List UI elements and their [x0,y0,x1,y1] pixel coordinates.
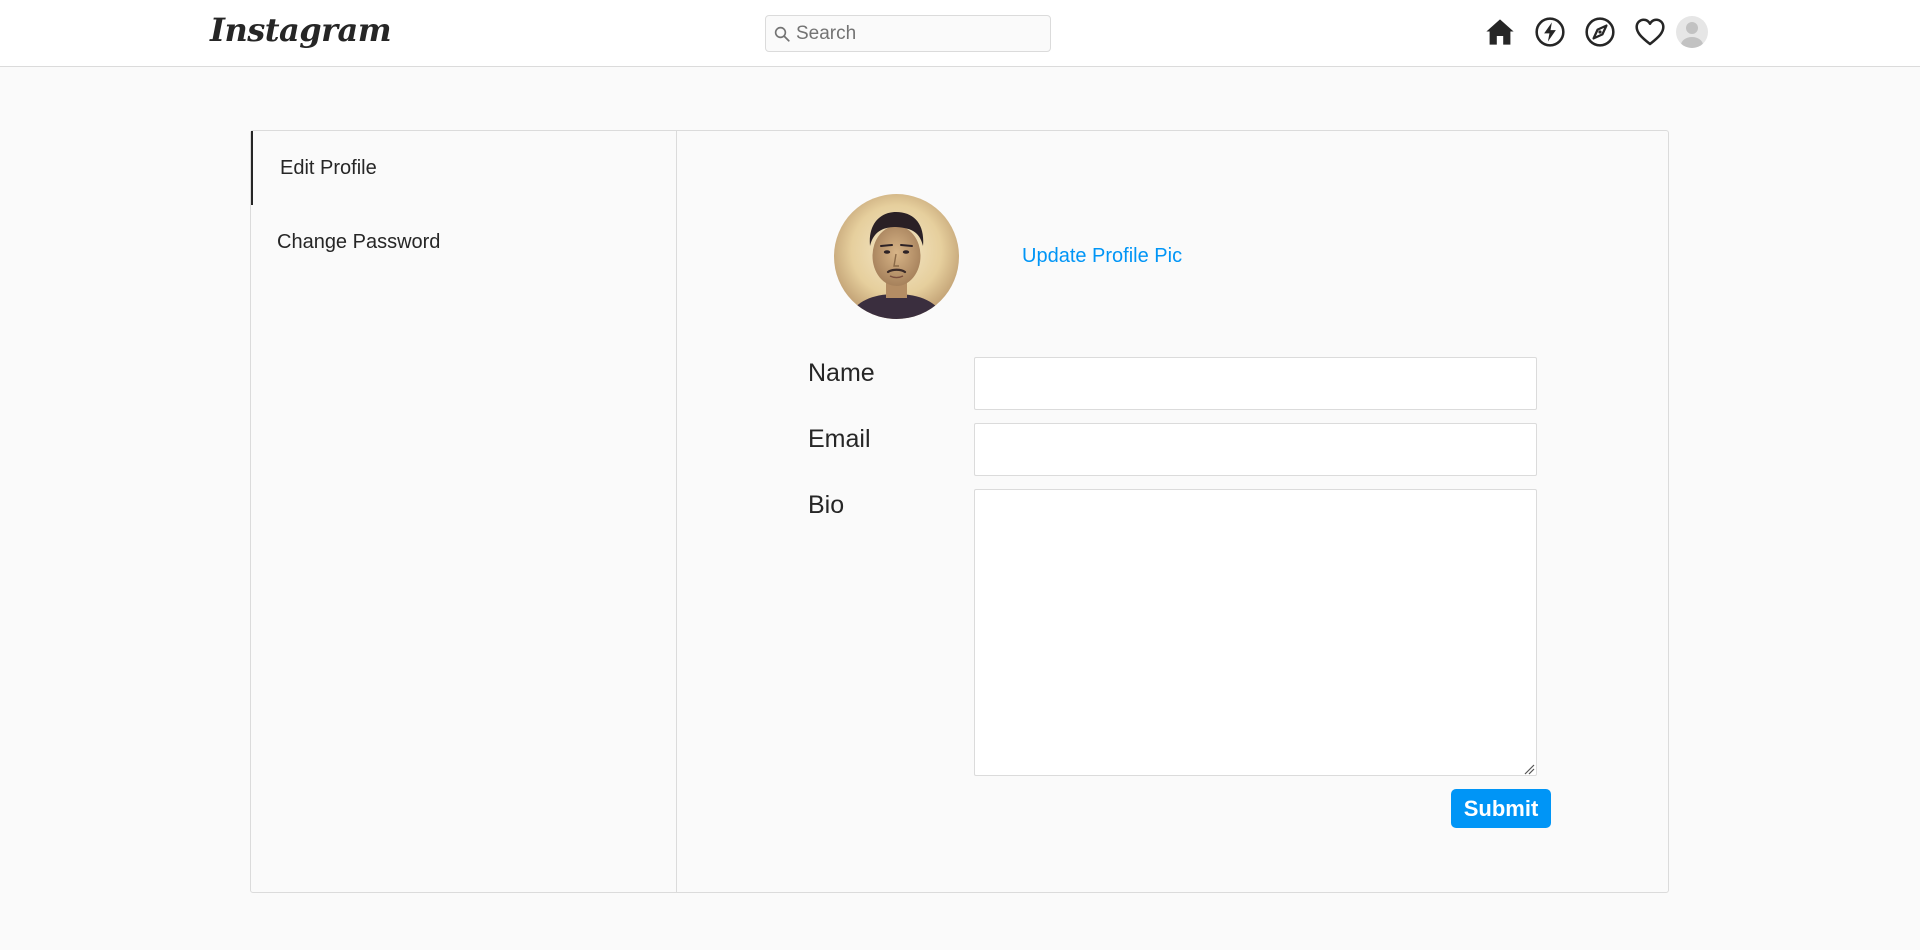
name-label: Name [808,359,875,387]
avatar-icon[interactable] [1672,12,1712,52]
settings-sidebar: Edit Profile Change Password [251,131,677,892]
name-field[interactable] [974,357,1537,410]
search-box[interactable] [765,15,1051,52]
heart-icon[interactable] [1630,12,1670,52]
sidebar-item-label: Edit Profile [280,156,377,179]
nav-icons [1480,12,1712,52]
email-field[interactable] [974,423,1537,476]
submit-button[interactable]: Submit [1451,789,1551,828]
sidebar-item-edit-profile[interactable]: Edit Profile [251,131,676,205]
update-profile-pic-link[interactable]: Update Profile Pic [1022,243,1182,269]
email-label: Email [808,425,871,453]
search-input[interactable] [794,18,1034,49]
settings-card: Edit Profile Change Password Update Prof… [250,130,1669,893]
edit-profile-form: Update Profile Pic Name Email Bio Submit [677,131,1668,892]
sidebar-item-change-password[interactable]: Change Password [251,205,676,279]
instagram-logo[interactable]: Instagram [210,8,392,52]
bio-label: Bio [808,491,845,519]
profile-picture [834,194,959,319]
home-icon[interactable] [1480,12,1520,52]
sidebar-item-label: Change Password [277,230,441,253]
search-icon [770,22,794,46]
bio-textarea[interactable] [974,489,1537,776]
resize-handle-icon[interactable] [1523,762,1535,775]
activity-icon[interactable] [1530,12,1570,52]
top-navbar: Instagram [0,0,1920,67]
explore-icon[interactable] [1580,12,1620,52]
